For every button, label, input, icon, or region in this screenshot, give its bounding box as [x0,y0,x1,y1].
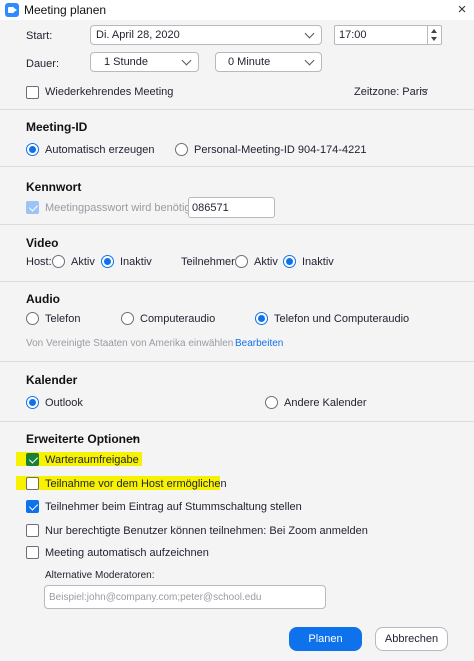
video-host-label: Host: [26,256,52,268]
calendar-outlook-label: Outlook [45,397,83,409]
video-participants-off-label: Inaktiv [302,256,334,268]
calendar-title: Kalender [26,373,78,387]
divider [0,109,474,110]
chevron-down-icon [181,55,192,66]
auto-record-label: Meeting automatisch aufzeichnen [45,547,209,559]
time-stepper[interactable] [427,26,440,44]
join-before-host-checkbox[interactable] [26,477,39,490]
start-date-select[interactable]: Di. April 28, 2020 [90,25,322,45]
divider [0,421,474,422]
timezone-select[interactable]: Zeitzone: Paris [354,86,427,98]
audio-title: Audio [26,292,60,306]
password-input[interactable]: 086571 [188,197,275,218]
advanced-options-toggle[interactable]: Erweiterte Optionen [26,432,140,446]
waiting-room-checkbox[interactable] [26,453,39,466]
start-time-value: 17:00 [339,29,367,41]
meeting-id-personal-label: Personal-Meeting-ID 904-174-4221 [194,144,367,156]
audio-phone-label: Telefon [45,313,81,325]
authenticated-users-label: Nur berechtigte Benutzer können teilnehm… [45,525,368,537]
calendar-other-radio[interactable] [265,396,278,409]
mute-on-entry-label: Teilnehmer beim Eintrag auf Stummschaltu… [45,501,302,513]
duration-minutes-value: 0 Minute [228,56,271,68]
divider [0,361,474,362]
video-host-on-label: Aktiv [71,256,95,268]
start-label: Start: [26,30,53,42]
meeting-id-auto-label: Automatisch erzeugen [45,144,155,156]
audio-dial-in-text: Von Vereinigte Staaten von Amerika einwä… [26,338,234,349]
step-down-icon[interactable] [431,37,437,41]
alt-hosts-label: Alternative Moderatoren: [45,570,155,581]
password-title: Kennwort [26,180,82,194]
video-participants-off-radio[interactable] [283,255,296,268]
video-title: Video [26,236,59,250]
divider [0,281,474,282]
close-icon[interactable]: × [454,1,470,18]
step-up-icon[interactable] [431,29,437,33]
duration-hours-select[interactable]: 1 Stunde [90,52,199,72]
cancel-button[interactable]: Abbrechen [375,627,448,651]
video-participants-on-label: Aktiv [254,256,278,268]
video-host-off-radio[interactable] [101,255,114,268]
join-before-host-label: Teilnahme vor dem Host ermöglichen [45,478,227,490]
password-value: 086571 [192,202,229,214]
waiting-room-label: Warteraumfreigabe [45,454,139,466]
meeting-id-title: Meeting-ID [26,120,88,134]
schedule-button[interactable]: Planen [289,627,362,651]
meeting-id-auto-radio[interactable] [26,143,39,156]
chevron-down-icon [304,55,315,66]
password-required-label: Meetingpasswort wird benötigt [45,202,194,214]
auto-record-checkbox[interactable] [26,546,39,559]
recurring-checkbox[interactable] [26,86,39,99]
audio-computer-radio[interactable] [121,312,134,325]
duration-label: Dauer: [26,58,60,70]
video-host-on-radio[interactable] [52,255,65,268]
window-title: Meeting planen [24,3,107,17]
start-date-value: Di. April 28, 2020 [96,29,180,41]
divider [0,166,474,167]
calendar-outlook-radio[interactable] [26,396,39,409]
audio-phone-radio[interactable] [26,312,39,325]
video-host-off-label: Inaktiv [120,256,152,268]
duration-minutes-select[interactable]: 0 Minute [215,52,322,72]
audio-both-radio[interactable] [255,312,268,325]
password-required-checkbox[interactable] [26,201,39,214]
mute-on-entry-checkbox[interactable] [26,500,39,513]
alt-hosts-placeholder: Beispiel:john@company.com;peter@school.e… [49,592,262,603]
zoom-app-icon [5,3,19,17]
chevron-down-icon [304,28,315,39]
calendar-other-label: Andere Kalender [284,397,367,409]
audio-computer-label: Computeraudio [140,313,216,325]
meeting-id-personal-radio[interactable] [175,143,188,156]
caret-up-icon[interactable]: ^ [132,435,137,446]
audio-both-label: Telefon und Computeraudio [274,313,410,325]
video-participants-label: Teilnehmer: [181,256,238,268]
start-time-input[interactable]: 17:00 [334,25,442,45]
alt-hosts-input[interactable]: Beispiel:john@company.com;peter@school.e… [44,585,326,609]
recurring-label: Wiederkehrendes Meeting [45,86,174,98]
divider [0,224,474,225]
video-participants-on-radio[interactable] [235,255,248,268]
duration-hours-value: 1 Stunde [104,56,149,68]
authenticated-users-checkbox[interactable] [26,524,39,537]
audio-edit-link[interactable]: Bearbeiten [235,338,283,349]
